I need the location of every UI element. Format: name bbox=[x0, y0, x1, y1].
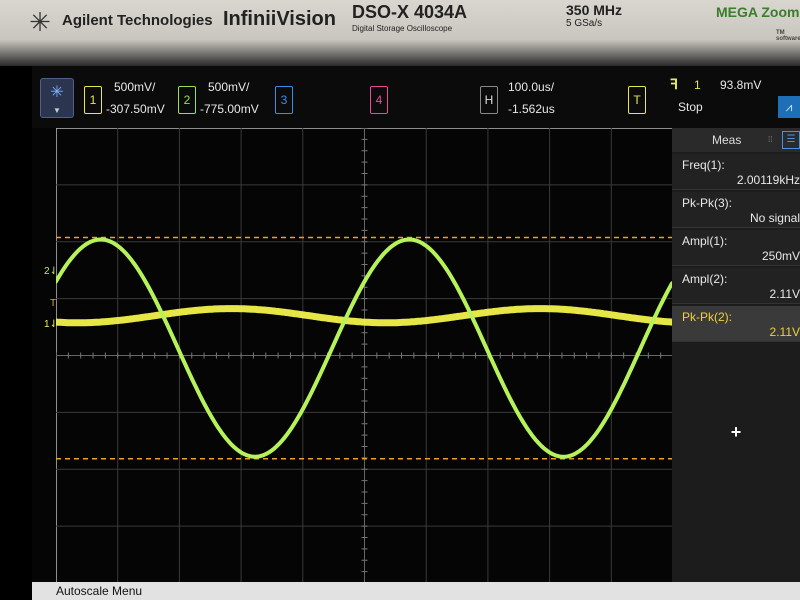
measurement-label: Ampl(1): bbox=[682, 234, 728, 248]
measurement-value: 250mV bbox=[761, 249, 800, 263]
trigger-level: 93.8mV bbox=[720, 78, 762, 92]
main-menu-button[interactable]: ✳ ▼ bbox=[40, 78, 74, 118]
channel-1-marker-label: 1 bbox=[44, 319, 50, 330]
model-label: DSO-X 4034A bbox=[352, 2, 468, 22]
channel-1-ground-marker: 1⇃ bbox=[44, 319, 58, 330]
measurement-label: Ampl(2): bbox=[682, 272, 728, 286]
measurement-freq-1[interactable]: Freq(1): 2.00119kHz bbox=[672, 154, 800, 190]
drag-grip-icon[interactable]: ⁞⁞ bbox=[768, 128, 772, 152]
agilent-spark-icon: ✳ bbox=[50, 84, 64, 101]
acquisition-status: Stop bbox=[678, 100, 703, 114]
model-subtitle: Digital Storage Oscilloscope bbox=[352, 24, 453, 33]
channel-2-scale: 500mV/ bbox=[208, 80, 250, 94]
channel-2-offset: -775.00mV bbox=[200, 102, 259, 116]
horizontal-button[interactable]: H bbox=[480, 86, 498, 114]
measurement-ampl-1[interactable]: Ampl(1): 250mV bbox=[672, 230, 800, 266]
series-label: InfiniiVision bbox=[223, 8, 336, 30]
megazoom-logo: MEGA Zoom TM software bbox=[716, 4, 800, 42]
measurement-value: 2.11V bbox=[769, 325, 800, 339]
measurements-panel: Meas ⁞⁞ ☰ Freq(1): 2.00119kHz Pk-Pk(3): … bbox=[672, 128, 800, 582]
channel-2-button[interactable]: 2 bbox=[178, 86, 196, 114]
measurement-label: Pk-Pk(3): bbox=[682, 196, 733, 210]
channel-1-button[interactable]: 1 bbox=[84, 86, 102, 114]
horizontal-delay: -1.562us bbox=[508, 102, 555, 116]
top-status-bar: ✳ ▼ 1 500mV/ -307.50mV 2 500mV/ -775.00m… bbox=[32, 66, 800, 128]
add-measurement-button[interactable]: + bbox=[672, 418, 800, 446]
autoscale-icon[interactable]: ⩘ bbox=[778, 96, 800, 118]
waveform-display[interactable] bbox=[56, 128, 673, 583]
trigger-source: 1 bbox=[694, 78, 701, 92]
measurements-header: Meas ⁞⁞ ☰ bbox=[672, 128, 800, 152]
measurements-title: Meas bbox=[712, 133, 742, 147]
chevron-down-icon: ▼ bbox=[53, 106, 61, 115]
channel-1-scale: 500mV/ bbox=[114, 80, 156, 94]
measurement-label: Pk-Pk(2): bbox=[682, 310, 733, 324]
channel-3-button[interactable]: 3 bbox=[275, 86, 293, 114]
scope-bezel: ✳ Agilent Technologies InfiniiVision DSO… bbox=[0, 0, 800, 66]
panel-menu-icon[interactable]: ☰ bbox=[782, 131, 800, 149]
measurement-pkpk-3[interactable]: Pk-Pk(3): No signal bbox=[672, 192, 800, 228]
measurement-label: Freq(1): bbox=[682, 158, 725, 172]
channel-4-button[interactable]: 4 bbox=[370, 86, 388, 114]
trigger-button[interactable]: T bbox=[628, 86, 646, 114]
rising-edge-icon: ꟻ bbox=[670, 76, 679, 92]
agilent-spark-logo-icon: ✳ bbox=[29, 7, 51, 37]
measurement-ampl-2[interactable]: Ampl(2): 2.11V bbox=[672, 268, 800, 304]
trigger-marker-label: T bbox=[50, 298, 57, 309]
brand-label: Agilent Technologies bbox=[62, 12, 213, 29]
waveform-canvas bbox=[56, 128, 673, 583]
horizontal-scale: 100.0us/ bbox=[508, 80, 555, 94]
channel-1-offset: -307.50mV bbox=[106, 102, 165, 116]
measurement-pkpk-2[interactable]: Pk-Pk(2): 2.11V bbox=[672, 306, 800, 342]
measurement-value: No signal bbox=[749, 211, 800, 225]
sample-rate-label: 5 GSa/s bbox=[566, 18, 603, 29]
channel-2-marker-label: 2 bbox=[44, 266, 50, 277]
megazoom-tag: TM software bbox=[776, 30, 800, 42]
bandwidth-label: 350 MHz bbox=[566, 2, 623, 18]
megazoom-logo-text: MEGA Zoom bbox=[716, 4, 800, 20]
measurement-value: 2.11V bbox=[769, 287, 800, 301]
status-bar: Autoscale Menu bbox=[32, 582, 800, 600]
channel-2-ground-marker: 2⇃ bbox=[44, 266, 58, 277]
scope-screen: ✳ ▼ 1 500mV/ -307.50mV 2 500mV/ -775.00m… bbox=[32, 66, 800, 600]
measurement-value: 2.00119kHz bbox=[736, 173, 800, 187]
trigger-level-marker: T bbox=[50, 298, 56, 309]
